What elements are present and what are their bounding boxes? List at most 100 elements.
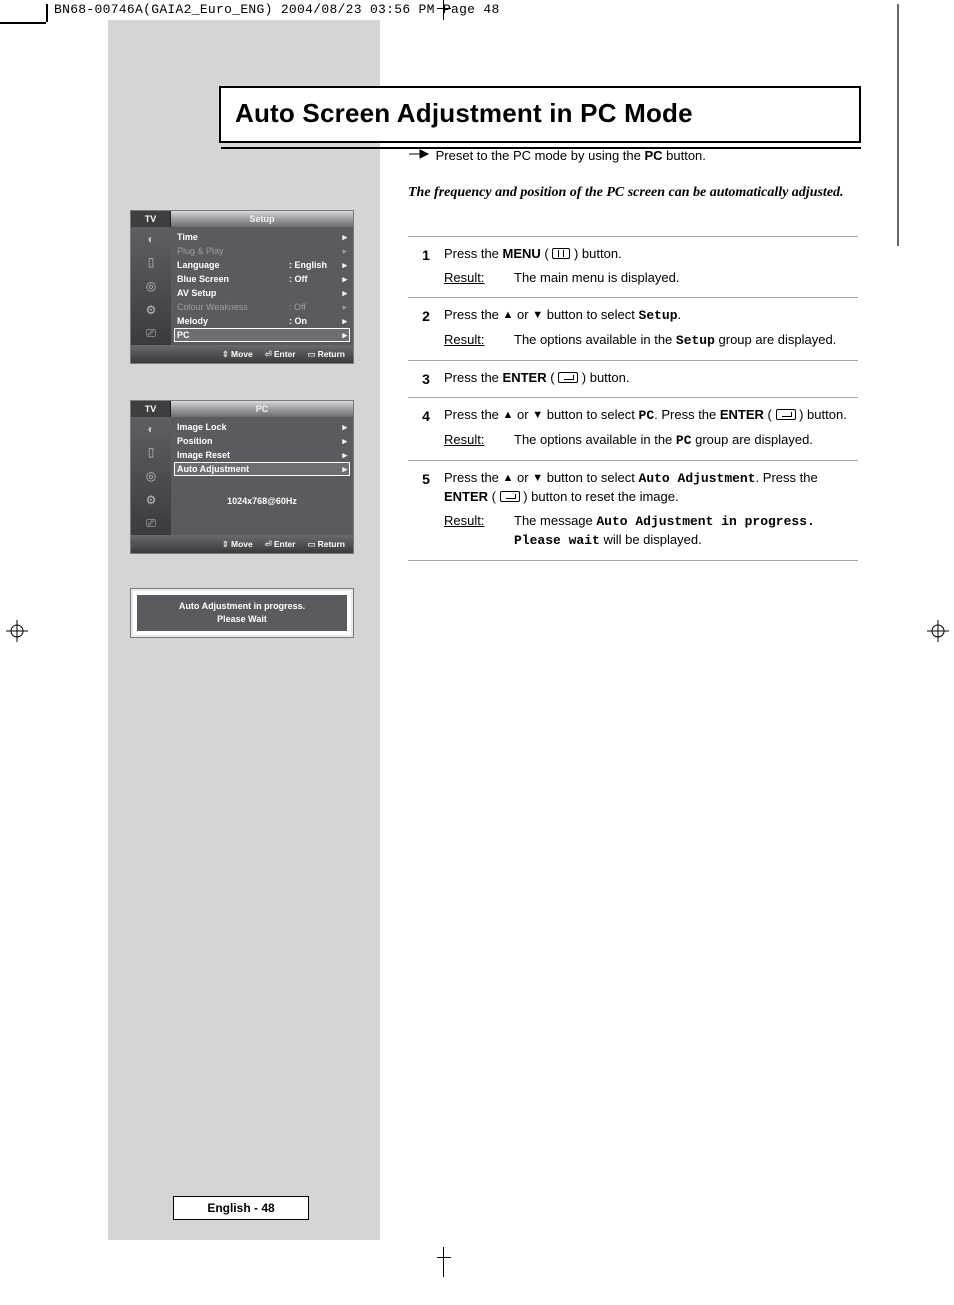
preset-note-pre: Preset to the PC mode by using the xyxy=(436,148,645,163)
move-icon: ⇕ xyxy=(222,539,229,549)
t: Press the xyxy=(444,470,503,485)
t: Auto Adjustment xyxy=(639,471,756,486)
t: The options available in the xyxy=(514,432,676,447)
osd-icon-strip: ◐ ▯ ◎ ⚙ ⎚ xyxy=(131,227,171,345)
up-triangle-icon: ▲ xyxy=(503,309,514,321)
page: BN68-00746A(GAIA2_Euro_ENG) 2004/08/23 0… xyxy=(0,0,954,1305)
t: ( xyxy=(764,407,776,422)
osd-menu-item: Colour Weakness: Off▸ xyxy=(177,300,347,314)
step-3: 3 Press the ENTER ( ) button. xyxy=(408,360,858,397)
up-triangle-icon: ▲ xyxy=(503,409,514,421)
t: will be displayed. xyxy=(600,532,702,547)
enter-icon xyxy=(776,409,796,420)
result-label: Result: xyxy=(444,269,514,287)
registration-mark-right xyxy=(927,620,949,642)
t: Press the xyxy=(444,407,503,422)
t: ) button. xyxy=(578,370,629,385)
osd-title: PC xyxy=(171,401,353,417)
t: Enter xyxy=(274,349,296,359)
menu-icon xyxy=(552,248,570,259)
t: Press the xyxy=(444,370,503,385)
crop-tick-left xyxy=(46,4,48,22)
down-triangle-icon: ▼ xyxy=(532,409,543,421)
t: ENTER xyxy=(444,489,488,504)
up-triangle-icon: ▲ xyxy=(503,472,514,484)
page-title: Auto Screen Adjustment in PC Mode xyxy=(235,98,845,129)
setup-icon: ⚙ xyxy=(131,298,171,322)
t: Enter xyxy=(274,539,296,549)
t: group are displayed. xyxy=(715,332,836,347)
t: button to select xyxy=(543,470,638,485)
step-1: 1 Press the MENU ( ) button. Result: The… xyxy=(408,236,858,297)
osd-setup-list: Time▸Plug & Play▸Language: English▸Blue … xyxy=(171,227,353,345)
enter-icon xyxy=(558,372,578,383)
t: The options available in the xyxy=(514,332,676,347)
step-number: 2 xyxy=(408,306,444,350)
step-5: 5 Press the ▲ or ▼ button to select Auto… xyxy=(408,460,858,561)
t: ENTER xyxy=(503,370,547,385)
t: Press the xyxy=(444,307,503,322)
osd-footer: ⇕Move ⏎Enter ▭Return xyxy=(131,535,353,553)
t: button to select xyxy=(543,407,638,422)
crop-mark-top xyxy=(437,0,451,20)
step-4: 4 Press the ▲ or ▼ button to select PC. … xyxy=(408,397,858,460)
t: ) button. xyxy=(796,407,847,422)
steps-list: 1 Press the MENU ( ) button. Result: The… xyxy=(408,236,858,561)
t: group are displayed. xyxy=(692,432,813,447)
osd-icon-strip: ◐ ▯ ◎ ⚙ ⎚ xyxy=(131,417,171,535)
preset-note-bold: PC xyxy=(644,148,662,163)
t: button to select xyxy=(543,307,638,322)
setup-icon: ⚙ xyxy=(131,488,171,512)
osd-footer: ⇕Move ⏎Enter ▭Return xyxy=(131,345,353,363)
enter-icon xyxy=(500,491,520,502)
result-label: Result: xyxy=(444,512,514,550)
input-icon: ⎚ xyxy=(131,511,171,535)
t: Press the xyxy=(444,246,503,261)
down-triangle-icon: ▼ xyxy=(532,309,543,321)
crop-rule-top-left xyxy=(0,22,46,24)
t: . Press the xyxy=(756,470,818,485)
return-icon: ▭ xyxy=(308,349,316,359)
t: or xyxy=(513,307,532,322)
arrow-icon xyxy=(408,148,432,163)
t: PC xyxy=(639,408,655,423)
t: Return xyxy=(318,539,345,549)
t: Setup xyxy=(676,333,715,348)
osd-pc-screenshot: TV PC ◐ ▯ ◎ ⚙ ⎚ Image Lock▸Position▸Imag… xyxy=(130,400,354,554)
t: . Press the xyxy=(654,407,720,422)
doc-header: BN68-00746A(GAIA2_Euro_ENG) 2004/08/23 0… xyxy=(0,0,954,17)
t: Move xyxy=(231,539,253,549)
progress-line2: Please Wait xyxy=(217,613,267,626)
osd-setup-screenshot: TV Setup ◐ ▯ ◎ ⚙ ⎚ Time▸Plug & Play▸Lang… xyxy=(130,210,354,364)
picture-icon: ◐ xyxy=(131,417,171,441)
step-2: 2 Press the ▲ or ▼ button to select Setu… xyxy=(408,297,858,360)
enter-icon: ⏎ xyxy=(265,349,272,359)
t: ( xyxy=(547,370,559,385)
t: ) button. xyxy=(570,246,621,261)
t: Return xyxy=(318,349,345,359)
page-footer: English - 48 xyxy=(173,1196,309,1220)
osd-menu-item: Image Reset▸ xyxy=(177,448,347,462)
step-number: 4 xyxy=(408,406,444,450)
result-label: Result: xyxy=(444,431,514,450)
return-icon: ▭ xyxy=(308,539,316,549)
crop-mark-bottom xyxy=(437,1247,451,1277)
osd-menu-item: Melody: On▸ xyxy=(177,314,347,328)
osd-menu-item: Plug & Play▸ xyxy=(177,244,347,258)
osd-menu-item: Auto Adjustment▸ xyxy=(174,462,350,476)
crop-tick-right xyxy=(897,4,899,246)
title-block: Auto Screen Adjustment in PC Mode xyxy=(219,86,861,149)
picture-icon: ◐ xyxy=(131,227,171,251)
osd-menu-item: Position▸ xyxy=(177,434,347,448)
sound-icon: ▯ xyxy=(131,251,171,275)
t: ( xyxy=(541,246,553,261)
osd-menu-item: Image Lock▸ xyxy=(177,420,347,434)
title-box: Auto Screen Adjustment in PC Mode xyxy=(219,86,861,143)
osd-menu-item: Blue Screen: Off▸ xyxy=(177,272,347,286)
osd-progress-screenshot: Auto Adjustment in progress. Please Wait xyxy=(130,588,354,638)
t: Setup xyxy=(639,308,678,323)
down-triangle-icon: ▼ xyxy=(532,472,543,484)
osd-tv-label: TV xyxy=(131,401,171,417)
t: or xyxy=(513,470,532,485)
osd-resolution: 1024x768@60Hz xyxy=(177,496,347,506)
